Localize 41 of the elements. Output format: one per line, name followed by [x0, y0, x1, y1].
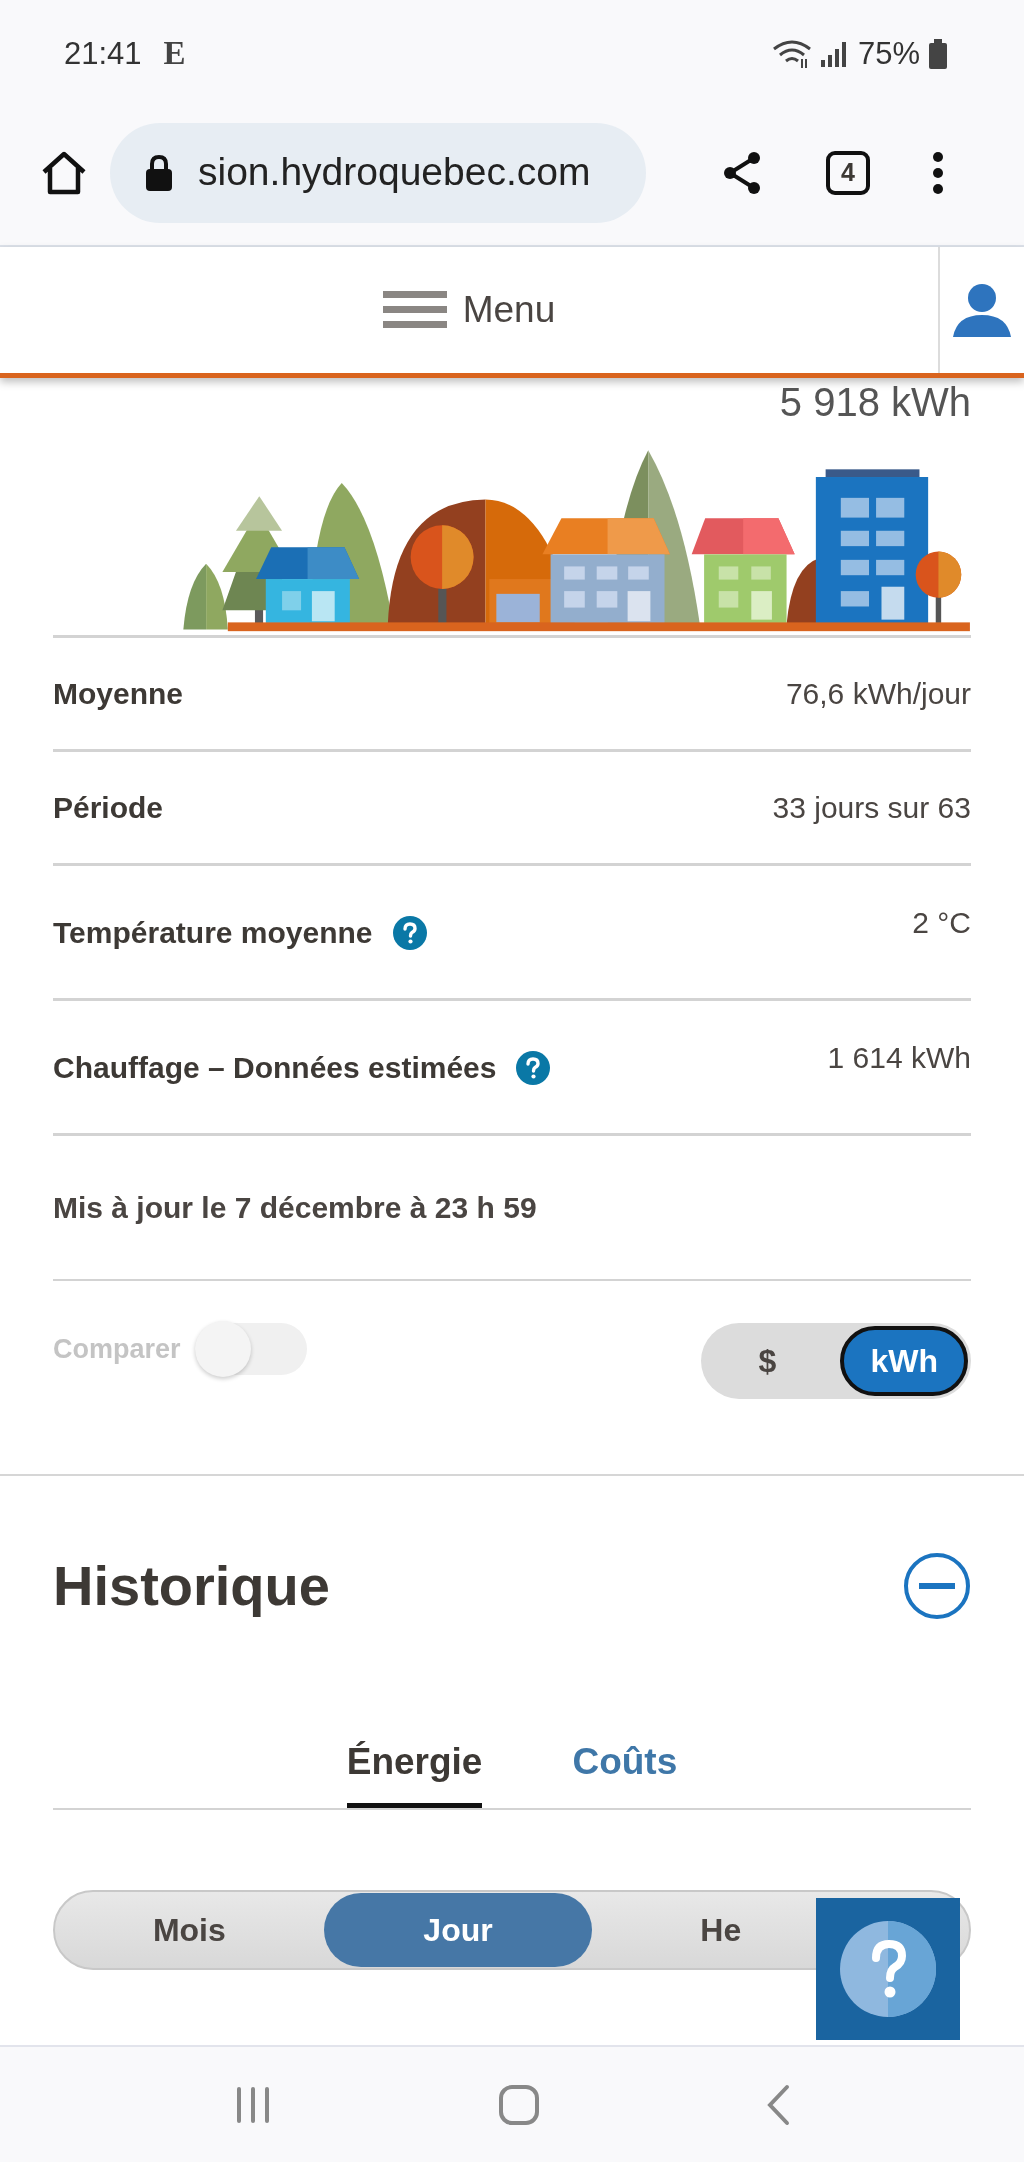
- battery-icon: [928, 39, 948, 69]
- total-consumption: 5 918 kWh: [779, 379, 971, 426]
- user-icon[interactable]: [953, 283, 1011, 337]
- stat-label: Température moyenne: [53, 915, 373, 951]
- stat-label: Moyenne: [53, 676, 184, 712]
- period-option[interactable]: He: [592, 1893, 969, 1967]
- stat-label: Chauffage – Données estimées: [53, 1050, 497, 1086]
- menu-button[interactable]: Menu: [0, 247, 938, 373]
- help-icon[interactable]: [516, 1050, 551, 1085]
- back-icon[interactable]: [765, 2083, 792, 2126]
- url-text: sion.hydroquebec.com: [198, 149, 591, 196]
- unit-option[interactable]: $: [704, 1326, 831, 1396]
- more-options-icon[interactable]: [932, 150, 944, 195]
- stat-value: 2 °C: [912, 905, 971, 941]
- collapse-icon[interactable]: [903, 1552, 971, 1620]
- battery-level: 75%: [857, 34, 920, 73]
- lock-icon: [144, 153, 174, 192]
- history-tab[interactable]: Coûts: [572, 1733, 678, 1808]
- help-icon[interactable]: [392, 915, 427, 950]
- address-bar[interactable]: sion.hydroquebec.com: [110, 122, 646, 223]
- compare-label: Comparer: [53, 1332, 181, 1366]
- tab-count[interactable]: 4: [826, 150, 870, 195]
- clock: 21:41: [64, 34, 142, 73]
- question-icon: [839, 1920, 937, 2018]
- help-button[interactable]: [816, 1898, 960, 2040]
- stat-value: 33 jours sur 63: [772, 790, 971, 826]
- home-nav-icon[interactable]: [498, 2083, 540, 2126]
- stat-value: 76,6 kWh/jour: [785, 676, 971, 712]
- stat-label: Période: [53, 790, 164, 826]
- menu-icon: [382, 291, 447, 329]
- unit-option[interactable]: kWh: [840, 1326, 968, 1396]
- stat-value: 1 614 kWh: [827, 1040, 971, 1076]
- notification-glyph: E: [163, 34, 186, 74]
- home-icon[interactable]: [40, 149, 88, 196]
- section-title: Historique: [53, 1553, 330, 1619]
- update-note: Mis à jour le 7 décembre à 23 h 59: [53, 1190, 537, 1226]
- history-tab[interactable]: Énergie: [346, 1733, 483, 1808]
- wifi-icon: [771, 39, 812, 69]
- compare-switch[interactable]: [194, 1323, 307, 1375]
- period-option[interactable]: Mois: [55, 1893, 324, 1967]
- period-option[interactable]: Jour: [323, 1893, 593, 1967]
